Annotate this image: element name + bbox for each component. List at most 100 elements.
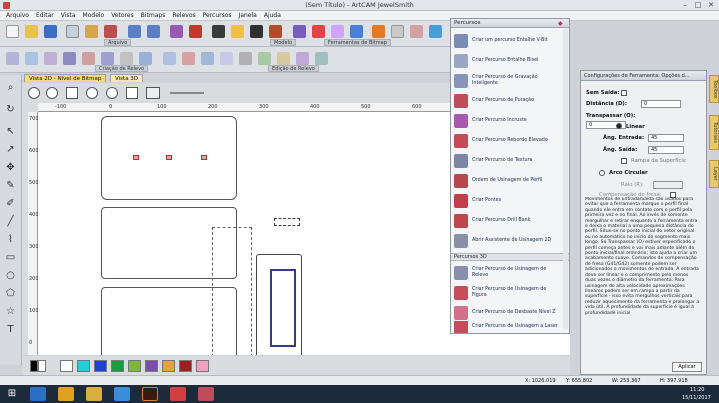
star-icon[interactable]: ☆: [3, 305, 18, 319]
relief-edit-2-icon[interactable]: [182, 52, 195, 65]
bitmap-tool-icon[interactable]: [170, 25, 183, 38]
close-button[interactable]: ✕: [706, 1, 716, 9]
open-folder-icon[interactable]: [25, 25, 38, 38]
zoom-in-icon[interactable]: [28, 87, 40, 99]
text-tool-icon[interactable]: T: [3, 323, 18, 337]
tab-vista-2d[interactable]: Vista 2D - Nível de Bitmap: [24, 74, 107, 82]
menu-ajuda[interactable]: Ajuda: [264, 12, 281, 19]
percurso-item[interactable]: Criar Pontes: [454, 191, 562, 211]
tab-layer[interactable]: Layer: [709, 160, 719, 188]
vector-node[interactable]: [166, 155, 172, 160]
pencil-icon[interactable]: ✎: [3, 179, 18, 193]
rectangle-icon[interactable]: ▭: [3, 251, 18, 265]
bitmap-paint-icon[interactable]: [293, 25, 306, 38]
selection-handle-top[interactable]: [274, 218, 300, 226]
palette-swatch-orange[interactable]: [162, 360, 175, 372]
relief-edit-7-icon[interactable]: [277, 52, 290, 65]
percurso-item[interactable]: Abrir Assistente de Usinagem 2D: [454, 231, 562, 251]
percurso-item[interactable]: Criar Percurso Drill Bank: [454, 211, 562, 231]
relief-edit-6-icon[interactable]: [258, 52, 271, 65]
menu-modelo[interactable]: Modelo: [83, 12, 105, 19]
percurso-item[interactable]: Criar Percurso de Usinagem a Laser: [454, 321, 562, 333]
zoom-icon[interactable]: ⌕: [3, 81, 18, 95]
menu-janela[interactable]: Janela: [239, 12, 257, 19]
panel-scrollbar[interactable]: [563, 29, 568, 329]
menu-vetores[interactable]: Vetores: [111, 12, 134, 19]
undo-icon[interactable]: [128, 25, 141, 38]
percurso-item[interactable]: Criar Percurso Rebordo Elevado: [454, 131, 562, 151]
bitmap-bright-icon[interactable]: [331, 25, 344, 38]
palette-swatch-cyan[interactable]: [77, 360, 90, 372]
percurso-item[interactable]: Criar Percurso de Textura: [454, 151, 562, 171]
polygon-icon[interactable]: ⬠: [3, 287, 18, 301]
zoom-previous-icon[interactable]: [106, 87, 118, 99]
acrobat-icon[interactable]: [170, 387, 186, 401]
model-origin-icon[interactable]: [250, 25, 263, 38]
percurso-item[interactable]: Criar Percurso Incruste: [454, 111, 562, 131]
windows-start-icon[interactable]: ⊞: [4, 387, 20, 401]
menu-editar[interactable]: Editar: [36, 12, 54, 19]
percurso-item[interactable]: Criar Percurso de Desbaste Nível Z: [454, 303, 562, 323]
color-select-icon[interactable]: [189, 25, 202, 38]
palette-swatch-lime[interactable]: [128, 360, 141, 372]
explorer-icon[interactable]: [86, 387, 102, 401]
relief-edit-5-icon[interactable]: [239, 52, 252, 65]
palette-swatch-blue[interactable]: [94, 360, 107, 372]
zoom-box-icon[interactable]: [66, 87, 78, 99]
view-grid-icon[interactable]: [146, 87, 160, 99]
relief-tool-icon[interactable]: [372, 25, 385, 38]
relief-edit-8-icon[interactable]: [296, 52, 309, 65]
maximize-button[interactable]: □: [693, 1, 703, 9]
model-tool-icon[interactable]: [212, 25, 225, 38]
menu-relevos[interactable]: Relevos: [172, 12, 195, 19]
artcam-icon[interactable]: [198, 387, 214, 401]
section-percursos-3d[interactable]: Percursos 3D: [451, 253, 569, 261]
menu-bitmaps[interactable]: Bitmaps: [141, 12, 166, 19]
menu-vista[interactable]: Vista: [61, 12, 76, 19]
line-icon[interactable]: ╱: [3, 215, 18, 229]
save-icon[interactable]: [44, 25, 57, 38]
percurso-item[interactable]: Criar Percurso de Gravação Inteligente: [454, 71, 562, 91]
percurso-item[interactable]: Criar um percurso Entalhe V-Bit: [454, 31, 562, 51]
zoom-fit-icon[interactable]: [86, 87, 98, 99]
rotate-icon[interactable]: ↻: [3, 103, 18, 117]
zoom-slider[interactable]: [170, 92, 204, 94]
palette-swatch-green[interactable]: [111, 360, 124, 372]
selection-box-left[interactable]: [212, 227, 252, 355]
relief-create-4-icon[interactable]: [63, 52, 76, 65]
menu-percursos[interactable]: Percursos: [203, 12, 232, 19]
distancia-input[interactable]: 0: [641, 100, 681, 108]
relief-create-8-icon[interactable]: [139, 52, 152, 65]
node-edit-icon[interactable]: ↗: [3, 143, 18, 157]
palette-swatch-white[interactable]: [60, 360, 73, 372]
relief-edit-1-icon[interactable]: [163, 52, 176, 65]
percurso-item[interactable]: Criar Percurso Entalhe Bisel: [454, 51, 562, 71]
tab-toolbox[interactable]: Toolbox: [709, 75, 719, 103]
raio-input[interactable]: [653, 181, 683, 189]
tab-tutoriais[interactable]: Tutoriais: [709, 115, 719, 150]
relief-create-3-icon[interactable]: [44, 52, 57, 65]
ang-saida-input[interactable]: 45: [648, 146, 684, 154]
palette-swatch-white[interactable]: [38, 360, 46, 372]
relief-create-5-icon[interactable]: [82, 52, 95, 65]
relief-create-2-icon[interactable]: [25, 52, 38, 65]
tab-vista-3d[interactable]: Vista 3D: [110, 74, 144, 82]
relief-create-6-icon[interactable]: [101, 52, 114, 65]
percurso-item[interactable]: Criar Percurso de Usinagem de Figura: [454, 283, 562, 303]
delete-icon[interactable]: [104, 25, 117, 38]
model-size-icon[interactable]: [231, 25, 244, 38]
relief-edit-4-icon[interactable]: [220, 52, 233, 65]
paintbrush-icon[interactable]: ✐: [3, 197, 18, 211]
linear-radio[interactable]: [616, 123, 622, 129]
relief-shape-icon[interactable]: [391, 25, 404, 38]
relief-create-1-icon[interactable]: [6, 52, 19, 65]
zoom-all-icon[interactable]: [126, 87, 138, 99]
chrome-icon[interactable]: [58, 387, 74, 401]
percurso-item[interactable]: Ordem de Usinagem de Perfil: [454, 171, 562, 191]
rampa-checkbox[interactable]: [621, 158, 627, 164]
menu-arquivo[interactable]: Arquivo: [6, 12, 29, 19]
zoom-out-icon[interactable]: [46, 87, 58, 99]
circle-icon[interactable]: ○: [3, 269, 18, 283]
ang-entrada-input[interactable]: 45: [648, 134, 684, 142]
vector-node[interactable]: [201, 155, 207, 160]
